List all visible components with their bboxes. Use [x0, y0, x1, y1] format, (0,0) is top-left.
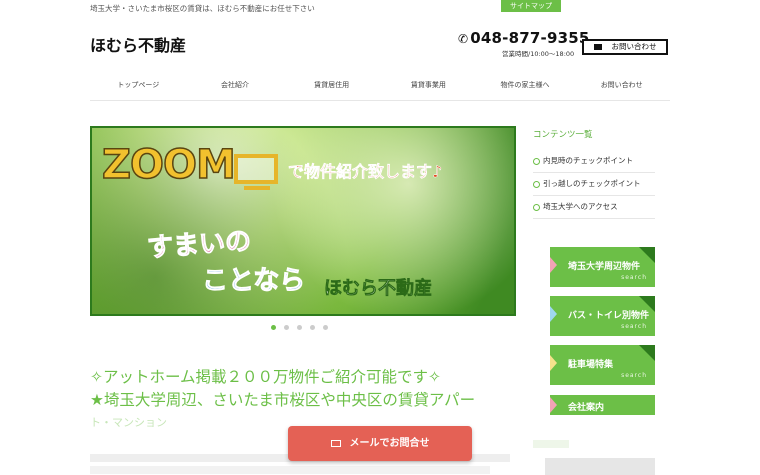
sidebar-link[interactable]: 引っ越しのチェックポイント: [533, 173, 655, 196]
sidebar-faded-tag: [533, 440, 569, 448]
nav-item-residential[interactable]: 賃貸居住用: [283, 70, 380, 100]
slider-dots: [271, 325, 328, 330]
faded-body-text: [90, 466, 490, 474]
business-hours: 営業時間/10:00～18:00: [502, 50, 575, 58]
banner-company-name: ほむら不動産: [324, 278, 433, 300]
ribbon-mark-icon: [550, 355, 557, 371]
sidebar-faded-image: [545, 458, 655, 475]
phone-icon: ✆: [458, 32, 469, 46]
phone-number: ✆ 048-877-9355: [458, 29, 590, 47]
sidebar-link[interactable]: 埼玉大学へのアクセス: [533, 196, 655, 219]
main-heading-2: ★埼玉大学周辺、さいたま市桜区や中央区の賃貸アパー: [90, 391, 476, 409]
banner-sub: search: [621, 323, 647, 330]
hero-slider[interactable]: ZOOM で物件紹介致します♪ すまいの ことなら ほむら不動産: [90, 126, 516, 316]
ribbon-mark-icon: [550, 257, 557, 273]
slider-dot[interactable]: [284, 325, 289, 330]
sidebar-link-label: 引っ越しのチェックポイント: [543, 179, 641, 188]
contact-button[interactable]: お問い合わせ: [582, 39, 668, 55]
banner-sub: search: [621, 274, 647, 281]
banner-university-properties[interactable]: 埼玉大学周辺物件 search: [550, 247, 655, 287]
banner-label: 駐車場特集: [568, 360, 614, 370]
monitor-stand: [244, 186, 270, 190]
site-logo[interactable]: ほむら不動産: [90, 32, 186, 56]
corner-icon: [639, 247, 655, 263]
banner-separate-bath[interactable]: バス・トイレ別物件 search: [550, 296, 655, 336]
sidebar-link[interactable]: 内見時のチェックポイント: [533, 150, 655, 173]
main-heading-1: ✧アットホーム掲載２００万物件ご紹介可能です✧: [90, 368, 442, 386]
sidebar-link-label: 内見時のチェックポイント: [543, 156, 633, 165]
zoom-text: ZOOM: [101, 141, 236, 189]
banner-company-info[interactable]: 会社案内: [550, 395, 655, 415]
banner-label: 会社案内: [568, 403, 605, 413]
slider-dot[interactable]: [297, 325, 302, 330]
sidebar-links: 内見時のチェックポイント 引っ越しのチェックポイント 埼玉大学へのアクセス: [533, 150, 655, 219]
mail-contact-button[interactable]: メールでお問合せ: [288, 426, 472, 461]
ribbon-mark-icon: [550, 306, 557, 322]
phone-number-text: 048-877-9355: [470, 29, 590, 47]
global-nav: トップページ 会社紹介 賃貸居住用 賃貸事業用 物件の家主様へ お問い合わせ: [90, 70, 670, 101]
banner-label: バス・トイレ別物件: [568, 311, 650, 321]
ribbon-mark-icon: [550, 397, 557, 413]
nav-item-business[interactable]: 賃貸事業用: [380, 70, 477, 100]
corner-icon: [639, 345, 655, 361]
mail-contact-label: メールでお問合せ: [349, 438, 430, 449]
envelope-icon: [593, 44, 602, 50]
monitor-icon: [234, 154, 278, 184]
circle-bullet-icon: [533, 180, 540, 188]
sumai-text: すまいの: [146, 226, 253, 264]
slider-dot[interactable]: [310, 325, 315, 330]
slider-dot[interactable]: [271, 325, 276, 330]
envelope-icon: [330, 439, 341, 447]
main-heading-3: ト・マンション: [90, 416, 167, 429]
circle-bullet-icon: [533, 203, 540, 211]
contact-button-label: お問い合わせ: [611, 42, 657, 51]
banner-sub: search: [621, 372, 647, 379]
banner-parking[interactable]: 駐車場特集 search: [550, 345, 655, 385]
kotonara-text: ことなら: [201, 266, 306, 297]
nav-item-company[interactable]: 会社紹介: [187, 70, 284, 100]
circle-bullet-icon: [533, 157, 540, 165]
nav-item-top[interactable]: トップページ: [90, 70, 187, 100]
nav-item-contact[interactable]: お問い合わせ: [573, 70, 670, 100]
banner-label: 埼玉大学周辺物件: [568, 262, 641, 272]
slider-dot[interactable]: [323, 325, 328, 330]
sidebar-title: コンテンツ一覧: [533, 130, 593, 140]
sitemap-button[interactable]: サイトマップ: [501, 0, 561, 12]
tagline: 埼玉大学・さいたま市桜区の賃貸は、ほむら不動産にお任せ下さい: [90, 4, 315, 13]
nav-item-landlords[interactable]: 物件の家主様へ: [477, 70, 574, 100]
sidebar-link-label: 埼玉大学へのアクセス: [543, 202, 618, 211]
zoom-suffix: で物件紹介致します♪: [288, 162, 443, 182]
